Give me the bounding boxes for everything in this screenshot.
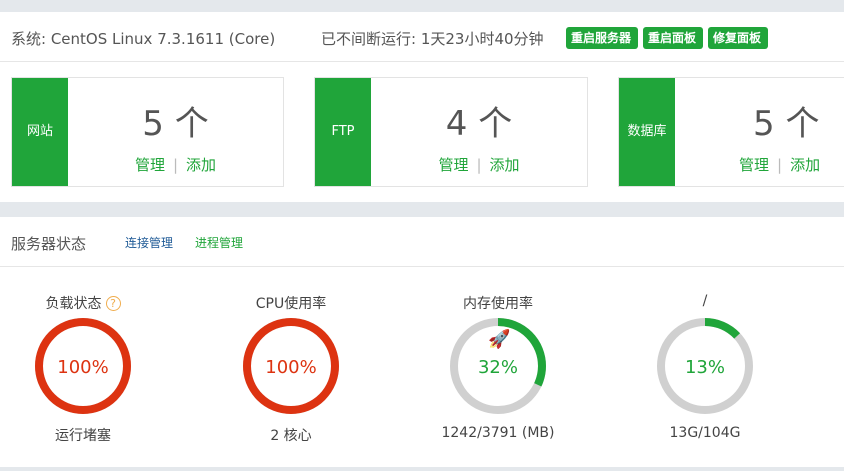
tab-connections[interactable]: 连接管理 — [125, 234, 173, 251]
server-status-panel: 服务器状态 连接管理 进程管理 负载状态? 100% 运行堵塞 CPU使用率 1… — [0, 217, 844, 467]
manage-link[interactable]: 管理 — [135, 156, 165, 174]
card-tag: 网站 — [12, 78, 68, 186]
ftp-card: FTP 4 个 管理 | 添加 — [314, 77, 588, 187]
gauge-detail: 1242/3791 (MB) — [441, 425, 555, 441]
link-separator: | — [777, 156, 783, 174]
gauge-title: CPU使用率 — [255, 296, 327, 312]
manage-link[interactable]: 管理 — [438, 156, 468, 174]
card-count: 5 个 — [753, 104, 820, 144]
add-link[interactable]: 添加 — [186, 156, 216, 174]
restart-panel-button[interactable]: 重启面板 — [643, 27, 703, 49]
gauge-value: 100% — [57, 357, 109, 378]
add-link[interactable]: 添加 — [490, 156, 520, 174]
restart-server-button[interactable]: 重启服务器 — [566, 27, 638, 49]
gauge-detail: 2 核心 — [270, 428, 312, 444]
tab-processes[interactable]: 进程管理 — [195, 234, 243, 251]
status-header: 服务器状态 连接管理 进程管理 — [0, 217, 844, 267]
uptime-info: 已不间断运行: 1天23小时40分钟 — [321, 30, 544, 48]
overview-panel: 系统: CentOS Linux 7.3.1611 (Core) 已不间断运行:… — [0, 12, 844, 202]
help-icon[interactable]: ? — [105, 296, 121, 311]
database-card: 数据库 5 个 管理 | 添加 — [618, 77, 844, 187]
gauge-title: / — [702, 293, 708, 309]
rocket-icon[interactable]: 🚀 — [488, 329, 510, 350]
card-count: 4 个 — [445, 104, 513, 144]
card-links: 管理 | 添加 — [371, 154, 587, 175]
card-tag: FTP — [315, 78, 371, 186]
gauge-title: 内存使用率 — [463, 296, 533, 312]
add-link[interactable]: 添加 — [790, 156, 820, 174]
gauge-value: 32% — [477, 357, 518, 378]
card-links: 管理 | 添加 — [739, 154, 844, 175]
card-tag: 数据库 — [619, 78, 675, 186]
disk-gauge[interactable]: / 13% 13G/104G — [645, 293, 765, 443]
repair-panel-button[interactable]: 修复面板 — [708, 27, 768, 49]
manage-link[interactable]: 管理 — [739, 156, 769, 174]
gauge-value: 100% — [265, 357, 317, 378]
card-count: 5 个 — [142, 104, 209, 144]
gauge-detail: 13G/104G — [669, 425, 741, 441]
gauge-value: 13% — [684, 357, 725, 378]
website-card: 网站 5 个 管理 | 添加 — [11, 77, 284, 187]
gauge-title-text: 负载状态 — [45, 296, 102, 312]
link-separator: | — [476, 156, 482, 174]
cpu-gauge: CPU使用率 100% 2 核心 — [231, 293, 351, 444]
top-strip — [0, 0, 844, 12]
gauge-title: 负载状态? — [23, 293, 143, 313]
load-gauge: 负载状态? 100% 运行堵塞 — [23, 293, 143, 444]
link-separator: | — [172, 156, 179, 174]
gauge-detail: 运行堵塞 — [55, 428, 111, 444]
system-bar: 系统: CentOS Linux 7.3.1611 (Core) 已不间断运行:… — [0, 12, 844, 62]
os-info: 系统: CentOS Linux 7.3.1611 (Core) — [11, 30, 276, 48]
card-links: 管理 | 添加 — [68, 154, 283, 175]
memory-gauge[interactable]: 内存使用率 🚀 32% 1242/3791 (MB) — [438, 293, 558, 443]
status-title: 服务器状态 — [11, 235, 87, 253]
